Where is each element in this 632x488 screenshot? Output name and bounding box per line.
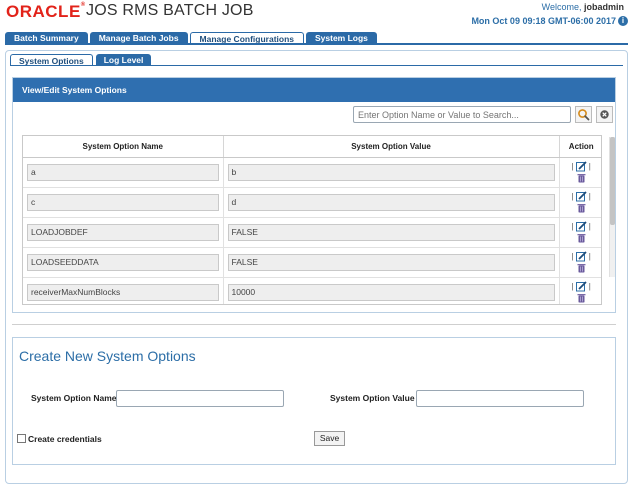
table-scrollbar[interactable]	[609, 137, 615, 277]
sub-tab-divider	[10, 65, 623, 66]
table-row: c d | |	[23, 187, 601, 218]
table-row: LOADSEEDDATA FALSE | |	[23, 247, 601, 278]
option-value-cell[interactable]: d	[227, 193, 555, 211]
section-divider	[12, 324, 616, 325]
scrollbar-thumb[interactable]	[610, 137, 615, 225]
edit-icon[interactable]	[575, 220, 587, 232]
info-icon[interactable]: i	[618, 16, 628, 26]
option-value-cell[interactable]: FALSE	[227, 223, 555, 241]
trash-icon[interactable]	[577, 233, 586, 243]
search-button[interactable]	[575, 106, 592, 123]
create-credentials-label: Create credentials	[28, 434, 102, 444]
option-name-input[interactable]	[116, 390, 284, 407]
column-header-name: System Option Name	[23, 136, 224, 158]
save-button[interactable]: Save	[314, 431, 345, 446]
create-credentials-checkbox[interactable]	[17, 434, 26, 443]
option-value-label: System Option Value	[330, 393, 415, 403]
edit-icon[interactable]	[575, 190, 587, 202]
trash-icon[interactable]	[577, 293, 586, 303]
option-name-cell[interactable]: a	[27, 163, 219, 181]
clear-search-button[interactable]	[596, 106, 613, 123]
oracle-logo: ORACLE®	[6, 2, 86, 21]
table-header-row: System Option Name System Option Value A…	[23, 136, 601, 158]
tab-bar-divider	[5, 43, 628, 45]
column-header-action: Action	[559, 136, 601, 158]
table-row: a b | |	[23, 157, 601, 188]
table-row: LOADJOBDEF FALSE | |	[23, 217, 601, 248]
option-name-label: System Option Name	[31, 393, 117, 403]
view-edit-title: View/Edit System Options	[13, 78, 615, 102]
trash-icon[interactable]	[577, 203, 586, 213]
create-options-title: Create New System Options	[19, 348, 196, 364]
trash-icon[interactable]	[577, 173, 586, 183]
edit-icon[interactable]	[575, 160, 587, 172]
option-name-cell[interactable]: c	[27, 193, 219, 211]
current-datetime: Mon Oct 09 09:18 GMT-06:00 2017	[471, 16, 616, 26]
app-header: ORACLE® JOS RMS BATCH JOB Welcome, jobad…	[0, 0, 632, 32]
option-name-cell[interactable]: LOADSEEDDATA	[27, 253, 219, 271]
app-title: JOS RMS BATCH JOB	[86, 2, 254, 19]
edit-icon[interactable]	[575, 280, 587, 292]
system-options-table: System Option Name System Option Value A…	[22, 135, 602, 305]
option-value-cell[interactable]: b	[227, 163, 555, 181]
option-name-cell[interactable]: receiverMaxNumBlocks	[27, 283, 219, 301]
option-name-cell[interactable]: LOADJOBDEF	[27, 223, 219, 241]
trash-icon[interactable]	[577, 263, 586, 273]
option-value-cell[interactable]: 10000	[227, 283, 555, 301]
edit-icon[interactable]	[575, 250, 587, 262]
table-row: receiverMaxNumBlocks 10000 | |	[23, 277, 601, 304]
view-edit-panel: View/Edit System Options System Option N…	[12, 77, 616, 313]
search-input[interactable]	[353, 106, 571, 123]
option-value-input[interactable]	[416, 390, 584, 407]
option-value-cell[interactable]: FALSE	[227, 253, 555, 271]
welcome-text: Welcome, jobadmin	[541, 2, 624, 12]
username[interactable]: jobadmin	[584, 2, 624, 12]
column-header-value: System Option Value	[223, 136, 560, 158]
create-options-panel: Create New System Options System Option …	[12, 337, 616, 465]
clear-icon	[600, 110, 609, 119]
search-icon	[578, 109, 590, 121]
